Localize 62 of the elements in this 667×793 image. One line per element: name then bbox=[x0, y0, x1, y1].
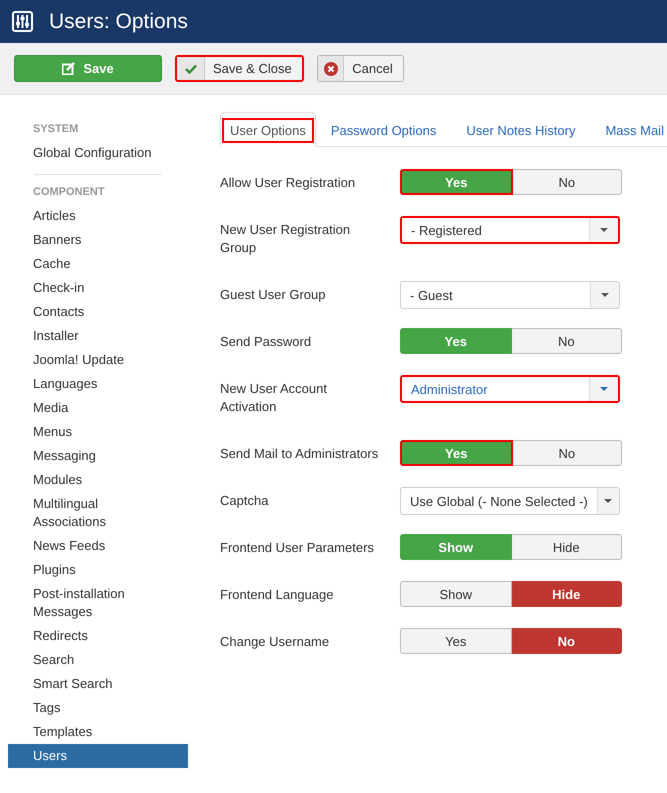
sidebar-item[interactable]: Menus bbox=[8, 420, 188, 444]
sidebar-item[interactable]: Joomla! Update bbox=[8, 348, 188, 372]
toggle-option[interactable]: Show bbox=[400, 581, 512, 607]
sidebar-item[interactable]: Smart Search bbox=[8, 672, 188, 696]
sidebar-item[interactable]: Redirects bbox=[8, 624, 188, 648]
field-label: New User Account Activation bbox=[220, 380, 328, 416]
field-label: Guest User Group bbox=[220, 286, 326, 304]
tab[interactable]: User Notes History bbox=[451, 112, 590, 147]
caret-icon bbox=[600, 228, 608, 232]
field-label: Allow User Registration bbox=[220, 174, 356, 192]
sidebar-item[interactable]: Global Configuration bbox=[8, 141, 188, 165]
sidebar-item[interactable]: Banners bbox=[8, 228, 188, 252]
field-label: Frontend Language bbox=[220, 586, 334, 604]
sidebar-item[interactable]: Languages bbox=[8, 372, 188, 396]
cancel-button[interactable]: Cancel bbox=[316, 55, 404, 82]
sidebar-item[interactable]: Cache bbox=[8, 252, 188, 276]
sidebar-item[interactable]: Check-in bbox=[8, 276, 188, 300]
edit-icon bbox=[62, 62, 76, 75]
select-field[interactable]: Use Global (- None Selected -) bbox=[400, 487, 620, 515]
tab[interactable]: Mass Mail bbox=[590, 112, 667, 147]
field-label: Change Username bbox=[220, 633, 330, 651]
sidebar-item[interactable]: Templates bbox=[8, 720, 188, 744]
close-circle-icon bbox=[324, 62, 338, 76]
sidebar-item[interactable]: Media bbox=[8, 396, 188, 420]
field-label: Send Mail to Administrators bbox=[220, 445, 380, 463]
toggle-option[interactable]: Hide bbox=[512, 581, 622, 607]
sidebar-item[interactable]: Post-installation Messages bbox=[8, 582, 188, 624]
sidebar-item[interactable]: Articles bbox=[8, 204, 188, 228]
toggle-option[interactable]: Yes bbox=[400, 628, 512, 654]
field-label: Frontend User Parameters bbox=[220, 539, 375, 557]
field-label: New User Registration Group bbox=[220, 221, 352, 257]
sidebar-item[interactable]: Messaging bbox=[8, 444, 188, 468]
field-label: Send Password bbox=[220, 333, 312, 351]
tab[interactable]: User Options bbox=[220, 112, 316, 147]
field-label: Captcha bbox=[220, 492, 270, 510]
toggle-option[interactable]: Hide bbox=[512, 534, 622, 560]
check-icon bbox=[184, 64, 196, 74]
sliders-icon bbox=[12, 11, 33, 32]
select-field[interactable]: Administrator bbox=[400, 375, 620, 403]
section-heading: SYSTEM bbox=[32, 122, 80, 137]
select-field[interactable]: - Guest bbox=[400, 281, 620, 309]
tab[interactable]: Password Options bbox=[316, 112, 452, 147]
sidebar-item[interactable]: Modules bbox=[8, 468, 188, 492]
toggle-option[interactable]: No bbox=[512, 328, 622, 354]
sidebar-item[interactable]: Tags bbox=[8, 696, 188, 720]
save-close-button[interactable]: Save & Close bbox=[175, 55, 304, 82]
caret-icon bbox=[604, 499, 612, 503]
sidebar-item[interactable]: Installer bbox=[8, 324, 188, 348]
sidebar-item[interactable]: Contacts bbox=[8, 300, 188, 324]
sidebar-item[interactable]: Search bbox=[8, 648, 188, 672]
toggle-option[interactable]: No bbox=[512, 628, 622, 654]
sidebar-item[interactable]: Plugins bbox=[8, 558, 188, 582]
sidebar-item[interactable]: Multilingual Associations bbox=[8, 492, 188, 534]
sidebar-item[interactable]: Users bbox=[8, 744, 188, 768]
toggle-option[interactable]: No bbox=[512, 169, 622, 195]
caret-icon bbox=[600, 387, 608, 391]
select-field[interactable]: - Registered bbox=[400, 216, 620, 244]
section-heading: COMPONENT bbox=[32, 185, 106, 200]
caret-icon bbox=[601, 293, 609, 297]
sidebar-item[interactable]: News Feeds bbox=[8, 534, 188, 558]
page-title: Users: Options bbox=[49, 10, 188, 34]
toggle-option[interactable]: No bbox=[512, 440, 622, 466]
